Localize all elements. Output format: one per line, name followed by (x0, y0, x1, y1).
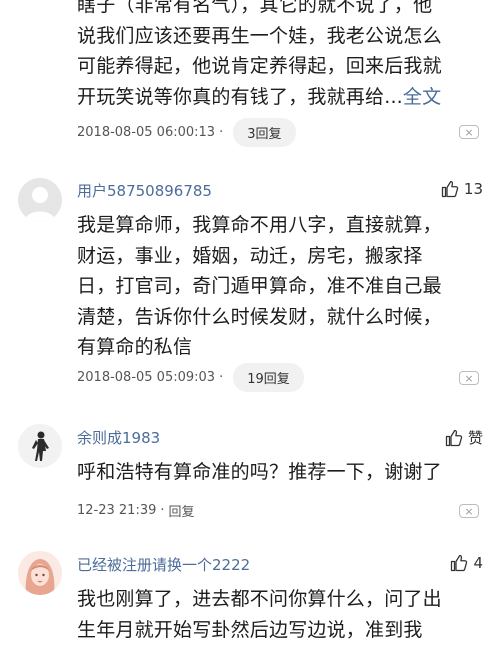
comment-line: 说我们应该还要再生一个娃，我老公说怎么 (77, 24, 442, 47)
meta-separator: · (219, 370, 224, 385)
reply-button[interactable]: 回复 (169, 501, 195, 520)
close-icon[interactable]: × (459, 125, 479, 139)
comment-line: 瞎子（非常有名气），其它的就不说了，他 (77, 0, 433, 16)
comment-line: 呼和浩特有算命准的吗？推荐一下，谢谢了 (77, 461, 442, 483)
user-avatar-image (18, 551, 62, 595)
like-count: 赞 (467, 429, 483, 447)
full-text-link[interactable]: 全文 (403, 86, 441, 108)
like-button[interactable]: 13 (441, 180, 483, 198)
like-button[interactable]: 4 (450, 554, 483, 572)
comment-line: 开玩笑说等你真的有钱了，我就再给...全文 (77, 82, 473, 113)
default-user-icon (18, 178, 62, 222)
reply-button[interactable]: 19回复 (233, 363, 304, 392)
meta-separator: · (219, 125, 224, 140)
comment-meta: 2018-08-05 06:00:13 · 3回复 (77, 118, 296, 147)
comment-line: 有算命的私信 (77, 336, 193, 358)
close-icon[interactable]: × (459, 371, 479, 385)
comment-time: 2018-08-05 05:09:03 (77, 370, 216, 385)
comment-line-text: 开玩笑说等你真的有钱了，我就再给... (77, 85, 403, 108)
comment-line: 可能养得起，他说肯定养得起，回来后我就 (77, 55, 442, 77)
comment-line: 我也刚算了，进去都不问你算什么，问了出 (77, 588, 442, 610)
reply-button[interactable]: 3回复 (233, 118, 296, 147)
user-avatar-image (18, 424, 62, 468)
comment-line: 日，打官司，奇门遁甲算命，准不准自己最 (77, 275, 442, 297)
comment-body: 我也刚算了，进去都不问你算什么，问了出 生年月就开始写卦然后边写边说，准到我 (77, 584, 473, 645)
thumbs-up-icon (445, 429, 463, 446)
meta-separator: · (160, 503, 165, 518)
thumbs-up-icon (451, 554, 468, 572)
avatar[interactable] (18, 178, 62, 222)
like-count: 4 (473, 554, 483, 572)
comment-body: 瞎子（非常有名气），其它的就不说了，他 说我们应该还要再生一个娃，我老公说怎么 … (77, 0, 473, 112)
comment-meta: 12-23 21:39 · 回复 (77, 501, 195, 520)
comment-line: 生年月就开始写卦然后边写边说，准到我 (77, 618, 423, 641)
thumbs-up-icon (441, 180, 459, 198)
avatar[interactable] (18, 424, 62, 468)
comment-time: 12-23 21:39 (77, 503, 157, 518)
comment-line: 财运，事业，婚姻，动迁，房宅，搬家择 (77, 244, 423, 267)
comment-body: 我是算命师，我算命不用八字，直接就算， 财运，事业，婚姻，动迁，房宅，搬家择 日… (77, 210, 473, 363)
username[interactable]: 余则成1983 (77, 427, 160, 448)
like-count: 13 (463, 180, 483, 198)
comment-meta: 2018-08-05 05:09:03 · 19回复 (77, 363, 304, 392)
comment-item: 瞎子（非常有名气），其它的就不说了，他 说我们应该还要再生一个娃，我老公说怎么 … (0, 0, 499, 150)
username[interactable]: 用户58750896785 (77, 180, 212, 201)
comment-time: 2018-08-05 06:00:13 (77, 125, 216, 140)
comment-body: 呼和浩特有算命准的吗？推荐一下，谢谢了 (77, 457, 473, 488)
username[interactable]: 已经被注册请换一个2222 (77, 554, 250, 575)
avatar[interactable] (18, 551, 62, 595)
comment-line: 清楚，告诉你什么时候发财，就什么时候， (77, 305, 442, 328)
like-button[interactable]: 赞 (445, 427, 483, 448)
close-icon[interactable]: × (459, 504, 479, 518)
comment-line: 我是算命师，我算命不用八字，直接就算， (77, 214, 442, 236)
